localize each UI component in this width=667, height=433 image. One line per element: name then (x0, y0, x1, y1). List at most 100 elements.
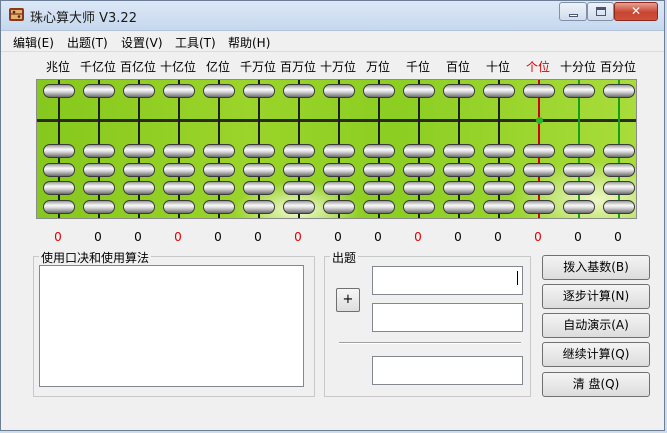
lower-bead[interactable] (163, 200, 195, 214)
lower-bead[interactable] (523, 144, 555, 158)
clear-board-button[interactable]: 清 盘(Q) (542, 372, 650, 397)
lower-bead[interactable] (83, 181, 115, 195)
lower-bead[interactable] (523, 163, 555, 177)
minimize-button[interactable] (559, 2, 587, 21)
result-field[interactable] (372, 356, 523, 385)
window-title: 珠心算大师 V3.22 (30, 11, 137, 26)
lower-bead[interactable] (203, 181, 235, 195)
lower-bead[interactable] (323, 144, 355, 158)
upper-bead[interactable] (203, 84, 235, 98)
lower-bead[interactable] (43, 144, 75, 158)
upper-bead[interactable] (523, 84, 555, 98)
continue-calc-button[interactable]: 继续计算(Q) (542, 342, 650, 367)
auto-demo-button[interactable]: 自动演示(A) (542, 313, 650, 338)
lower-bead[interactable] (123, 163, 155, 177)
lower-bead[interactable] (563, 181, 595, 195)
lower-bead[interactable] (43, 163, 75, 177)
menu-edit[interactable]: 编辑(E) (13, 34, 54, 51)
lower-bead[interactable] (563, 200, 595, 214)
lower-bead[interactable] (483, 144, 515, 158)
lower-bead[interactable] (43, 200, 75, 214)
column-digit: 0 (454, 230, 462, 244)
menu-help[interactable]: 帮助(H) (228, 34, 270, 51)
lower-bead[interactable] (403, 200, 435, 214)
lower-bead[interactable] (403, 181, 435, 195)
lower-bead[interactable] (363, 181, 395, 195)
menu-question[interactable]: 出题(T) (67, 34, 108, 51)
lower-bead[interactable] (443, 181, 475, 195)
upper-bead[interactable] (403, 84, 435, 98)
lower-bead[interactable] (203, 144, 235, 158)
lower-bead[interactable] (123, 144, 155, 158)
upper-bead[interactable] (363, 84, 395, 98)
upper-bead[interactable] (83, 84, 115, 98)
lower-bead[interactable] (323, 181, 355, 195)
lower-bead[interactable] (523, 181, 555, 195)
lower-bead[interactable] (243, 144, 275, 158)
column-label: 百亿位 (119, 60, 156, 74)
lower-bead[interactable] (403, 163, 435, 177)
maximize-button[interactable] (587, 2, 614, 21)
step-calc-button[interactable]: 逐步计算(N) (542, 284, 650, 309)
lower-bead[interactable] (603, 163, 635, 177)
lower-bead[interactable] (323, 200, 355, 214)
lower-bead[interactable] (563, 163, 595, 177)
lower-bead[interactable] (163, 144, 195, 158)
lower-bead[interactable] (323, 163, 355, 177)
lower-bead[interactable] (403, 144, 435, 158)
operand-field-2[interactable] (372, 303, 523, 332)
lower-bead[interactable] (443, 163, 475, 177)
lower-bead[interactable] (283, 181, 315, 195)
lower-bead[interactable] (563, 144, 595, 158)
dial-in-base-button[interactable]: 拨入基数(B) (542, 255, 650, 280)
lower-bead[interactable] (443, 144, 475, 158)
upper-bead[interactable] (483, 84, 515, 98)
abacus-board (36, 79, 637, 219)
lower-bead[interactable] (363, 144, 395, 158)
lower-bead[interactable] (123, 181, 155, 195)
lower-bead[interactable] (243, 181, 275, 195)
lower-bead[interactable] (163, 163, 195, 177)
lower-bead[interactable] (483, 163, 515, 177)
upper-bead[interactable] (243, 84, 275, 98)
upper-bead[interactable] (163, 84, 195, 98)
lower-bead[interactable] (363, 200, 395, 214)
lower-bead[interactable] (203, 163, 235, 177)
lower-bead[interactable] (283, 163, 315, 177)
lower-bead[interactable] (243, 200, 275, 214)
lower-bead[interactable] (83, 144, 115, 158)
lower-bead[interactable] (483, 200, 515, 214)
upper-bead[interactable] (443, 84, 475, 98)
close-button[interactable]: ✕ (614, 2, 658, 21)
upper-bead[interactable] (43, 84, 75, 98)
column-label: 千亿位 (79, 60, 116, 74)
upper-bead[interactable] (563, 84, 595, 98)
lower-bead[interactable] (43, 181, 75, 195)
lower-bead[interactable] (83, 200, 115, 214)
lower-bead[interactable] (603, 200, 635, 214)
title-bar[interactable]: 珠心算大师 V3.22 ✕ (1, 1, 664, 31)
upper-bead[interactable] (283, 84, 315, 98)
upper-bead[interactable] (603, 84, 635, 98)
plus-button[interactable]: + (336, 288, 360, 312)
lower-bead[interactable] (443, 200, 475, 214)
column-digit: 0 (374, 230, 382, 244)
upper-bead[interactable] (323, 84, 355, 98)
lower-bead[interactable] (523, 200, 555, 214)
lower-bead[interactable] (363, 163, 395, 177)
lower-bead[interactable] (283, 144, 315, 158)
lower-bead[interactable] (163, 181, 195, 195)
lower-bead[interactable] (283, 200, 315, 214)
upper-bead[interactable] (123, 84, 155, 98)
lower-bead[interactable] (83, 163, 115, 177)
menu-settings[interactable]: 设置(V) (121, 34, 163, 51)
lower-bead[interactable] (123, 200, 155, 214)
operand-field-1[interactable] (372, 266, 523, 295)
lower-bead[interactable] (243, 163, 275, 177)
menu-tools[interactable]: 工具(T) (175, 34, 216, 51)
lower-bead[interactable] (603, 144, 635, 158)
lower-bead[interactable] (483, 181, 515, 195)
lower-bead[interactable] (603, 181, 635, 195)
method-text-area[interactable] (39, 265, 304, 387)
lower-bead[interactable] (203, 200, 235, 214)
